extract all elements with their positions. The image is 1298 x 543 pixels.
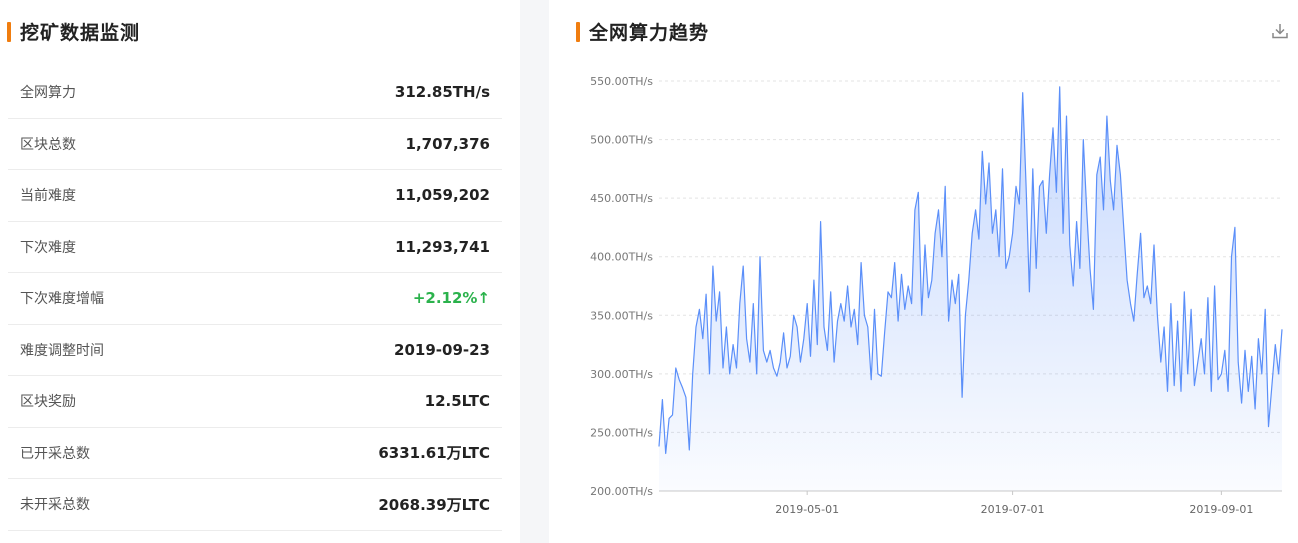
stat-row: 难度调整时间 2019-09-23 xyxy=(8,325,502,376)
stat-row: 下次难度增幅 +2.12%↑ xyxy=(8,273,502,325)
x-tick-label: 2019-09-01 xyxy=(1189,503,1253,516)
download-icon[interactable] xyxy=(1271,22,1289,40)
stat-label: 未开采总数 xyxy=(20,497,90,514)
stat-label: 下次难度增幅 xyxy=(20,291,104,308)
stat-label: 区块总数 xyxy=(20,136,76,153)
stat-value: 6331.61万LTC xyxy=(378,444,490,463)
hashrate-trend-title-text: 全网算力趋势 xyxy=(589,22,710,44)
y-tick-label: 300.00TH/s xyxy=(590,368,653,381)
stat-row: 未开采总数 2068.39万LTC xyxy=(8,479,502,531)
y-tick-label: 200.00TH/s xyxy=(590,485,653,498)
stat-row: 区块奖励 12.5LTC xyxy=(8,376,502,428)
stats-list: 全网算力 312.85TH/s 区块总数 1,707,376 当前难度 11,059,20… xyxy=(8,67,502,531)
hashrate-trend-title: 全网算力趋势 xyxy=(576,18,709,45)
stat-row: 下次难度 11,293,741 xyxy=(8,222,502,273)
stat-value: 1,707,376 xyxy=(405,134,490,153)
stat-value: 11,293,741 xyxy=(395,237,490,256)
hashrate-trend-panel: 全网算力趋势 200.00TH/s 250.00TH/s 300.00TH/s 350… xyxy=(549,0,1298,543)
hashrate-chart: 200.00TH/s 250.00TH/s 300.00TH/s 350.00TH/s… xyxy=(590,75,1283,516)
stat-value: +2.12%↑ xyxy=(412,289,490,308)
stat-value: 312.85TH/s xyxy=(394,83,490,102)
stat-label: 区块奖励 xyxy=(20,394,76,411)
stat-value: 2068.39万LTC xyxy=(378,495,490,514)
mining-stats-panel: 挖矿数据监测 全网算力 312.85TH/s 区块总数 1,707,376 当前难度 11… xyxy=(0,0,520,543)
y-tick-label: 500.00TH/s xyxy=(590,134,653,147)
stat-row: 全网算力 312.85TH/s xyxy=(8,67,502,119)
y-tick-label: 450.00TH/s xyxy=(590,192,653,205)
stat-value: 12.5LTC xyxy=(424,392,490,411)
x-tick-label: 2019-07-01 xyxy=(981,503,1045,516)
stat-row: 当前难度 11,059,202 xyxy=(8,170,502,222)
stat-label: 已开采总数 xyxy=(20,445,90,462)
mining-stats-title-text: 挖矿数据监测 xyxy=(20,22,141,44)
title-accent-bar xyxy=(7,21,11,42)
stat-label: 难度调整时间 xyxy=(20,342,104,359)
stat-label: 下次难度 xyxy=(20,239,76,256)
y-tick-label: 350.00TH/s xyxy=(590,309,653,322)
stat-row: 区块总数 1,707,376 xyxy=(8,119,502,170)
mining-stats-title: 挖矿数据监测 xyxy=(7,18,140,45)
stat-value: 2019-09-23 xyxy=(394,340,490,359)
x-tick-label: 2019-05-01 xyxy=(775,503,839,516)
hashrate-area xyxy=(659,86,1282,492)
stat-value: 11,059,202 xyxy=(395,186,490,205)
y-tick-label: 400.00TH/s xyxy=(590,251,653,264)
stat-label: 当前难度 xyxy=(20,188,76,205)
stat-row: 已开采总数 6331.61万LTC xyxy=(8,428,502,479)
stat-label: 全网算力 xyxy=(20,85,76,102)
title-accent-bar xyxy=(576,21,580,42)
y-tick-label: 550.00TH/s xyxy=(590,75,653,88)
y-tick-label: 250.00TH/s xyxy=(590,426,653,439)
